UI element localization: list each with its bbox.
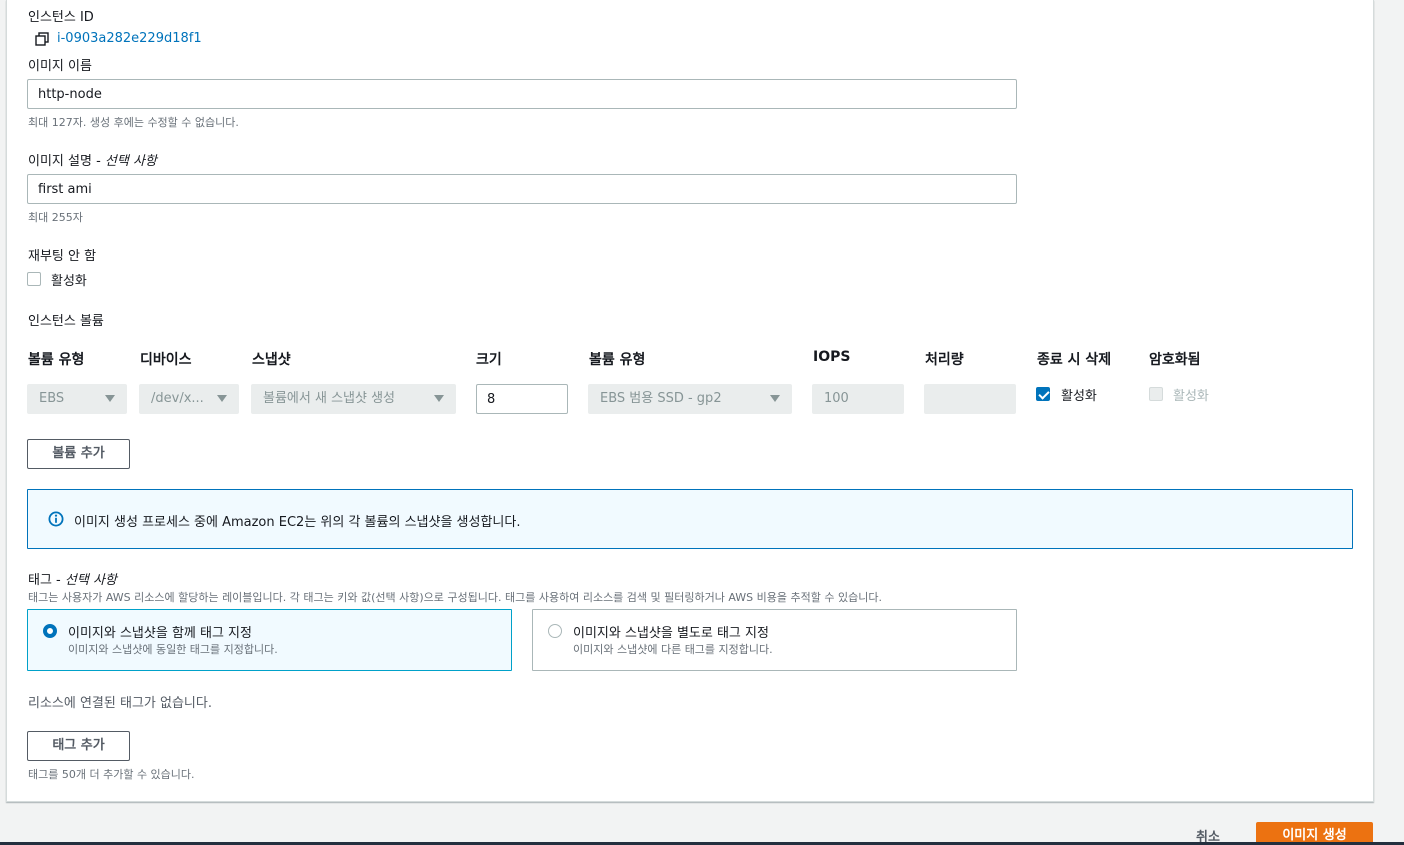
tags-optional-text: 선택 사항	[64, 573, 117, 588]
tag-together-option[interactable]: 이미지와 스냅샷을 함께 태그 지정 이미지와 스냅샷에 동일한 태그를 지정합…	[27, 609, 512, 671]
add-volume-button[interactable]: 볼륨 추가	[27, 439, 130, 469]
ebs-type-value: EBS 범용 SSD - gp2	[600, 391, 722, 406]
snapshot-value: 볼륨에서 새 스냅샷 생성	[263, 391, 395, 406]
delete-on-termination-label: 활성화	[1061, 389, 1097, 404]
tag-together-title: 이미지와 스냅샷을 함께 태그 지정	[68, 626, 252, 641]
col-encrypted: 암호화됨	[1149, 352, 1201, 368]
tags-description: 태그는 사용자가 AWS 리소스에 할당하는 레이블입니다. 각 태그는 키와 …	[28, 591, 882, 604]
no-reboot-checkbox[interactable]	[27, 272, 41, 286]
info-alert: 이미지 생성 프로세스 중에 Amazon EC2는 위의 각 볼륨의 스냅샷을…	[27, 489, 1353, 549]
col-device: 디바이스	[140, 352, 192, 368]
tag-separate-desc: 이미지와 스냅샷에 다른 태그를 지정합니다.	[573, 643, 773, 656]
delete-on-termination-checkbox[interactable]	[1036, 387, 1050, 401]
device-value: /dev/x...	[151, 391, 204, 406]
snapshot-select: 볼륨에서 새 스냅샷 생성	[251, 384, 456, 414]
instance-id-label: 인스턴스 ID	[28, 10, 94, 25]
copy-icon[interactable]	[35, 31, 49, 46]
encrypted-checkbox	[1149, 387, 1163, 401]
image-description-input[interactable]	[27, 174, 1017, 204]
tag-separate-radio[interactable]	[548, 624, 562, 638]
add-tag-button[interactable]: 태그 추가	[27, 731, 130, 761]
tag-separate-title: 이미지와 스냅샷을 별도로 태그 지정	[573, 626, 769, 641]
instance-volumes-label: 인스턴스 볼륨	[28, 314, 104, 329]
instance-id-link[interactable]: i-0903a282e229d18f1	[57, 31, 202, 46]
no-reboot-label: 재부팅 안 함	[28, 249, 97, 264]
volume-type-select: EBS	[27, 384, 127, 414]
add-tag-hint: 태그를 50개 더 추가할 수 있습니다.	[28, 768, 195, 781]
image-name-label: 이미지 이름	[28, 59, 92, 74]
caret-down-icon	[434, 395, 444, 402]
col-throughput: 처리량	[925, 352, 964, 368]
caret-down-icon	[770, 395, 780, 402]
tags-label-text: 태그 -	[28, 573, 65, 588]
col-delete-on-termination: 종료 시 삭제	[1037, 352, 1112, 368]
ebs-type-select: EBS 범용 SSD - gp2	[588, 384, 792, 414]
device-select: /dev/x...	[139, 384, 239, 414]
col-iops: IOPS	[813, 349, 851, 365]
caret-down-icon	[217, 395, 227, 402]
tag-separate-option[interactable]: 이미지와 스냅샷을 별도로 태그 지정 이미지와 스냅샷에 다른 태그를 지정합…	[532, 609, 1017, 671]
tags-label: 태그 - 선택 사항	[28, 569, 117, 588]
caret-down-icon	[105, 395, 115, 402]
col-ebs-type: 볼륨 유형	[589, 352, 646, 368]
image-name-hint: 최대 127자. 생성 후에는 수정할 수 없습니다.	[28, 116, 239, 129]
info-text: 이미지 생성 프로세스 중에 Amazon EC2는 위의 각 볼륨의 스냅샷을…	[74, 515, 521, 530]
no-tags-text: 리소스에 연결된 태그가 없습니다.	[28, 696, 212, 711]
iops-input: 100	[812, 384, 904, 414]
tag-together-radio[interactable]	[43, 624, 57, 638]
image-description-label: 이미지 설명 - 선택 사항	[28, 150, 157, 169]
col-snapshot: 스냅샷	[252, 352, 291, 368]
image-description-label-text: 이미지 설명 -	[28, 154, 105, 169]
no-reboot-checkbox-label: 활성화	[51, 274, 87, 289]
image-description-hint: 최대 255자	[28, 211, 83, 224]
optional-text: 선택 사항	[104, 154, 157, 169]
throughput-input	[924, 384, 1016, 414]
image-name-input[interactable]	[27, 79, 1017, 109]
info-icon	[48, 511, 64, 527]
volume-size-input[interactable]	[476, 384, 568, 414]
col-volume-type: 볼륨 유형	[28, 352, 85, 368]
tag-together-desc: 이미지와 스냅샷에 동일한 태그를 지정합니다.	[68, 643, 278, 656]
col-size: 크기	[476, 352, 502, 368]
volume-type-value: EBS	[39, 391, 65, 406]
encrypted-label: 활성화	[1173, 389, 1209, 404]
